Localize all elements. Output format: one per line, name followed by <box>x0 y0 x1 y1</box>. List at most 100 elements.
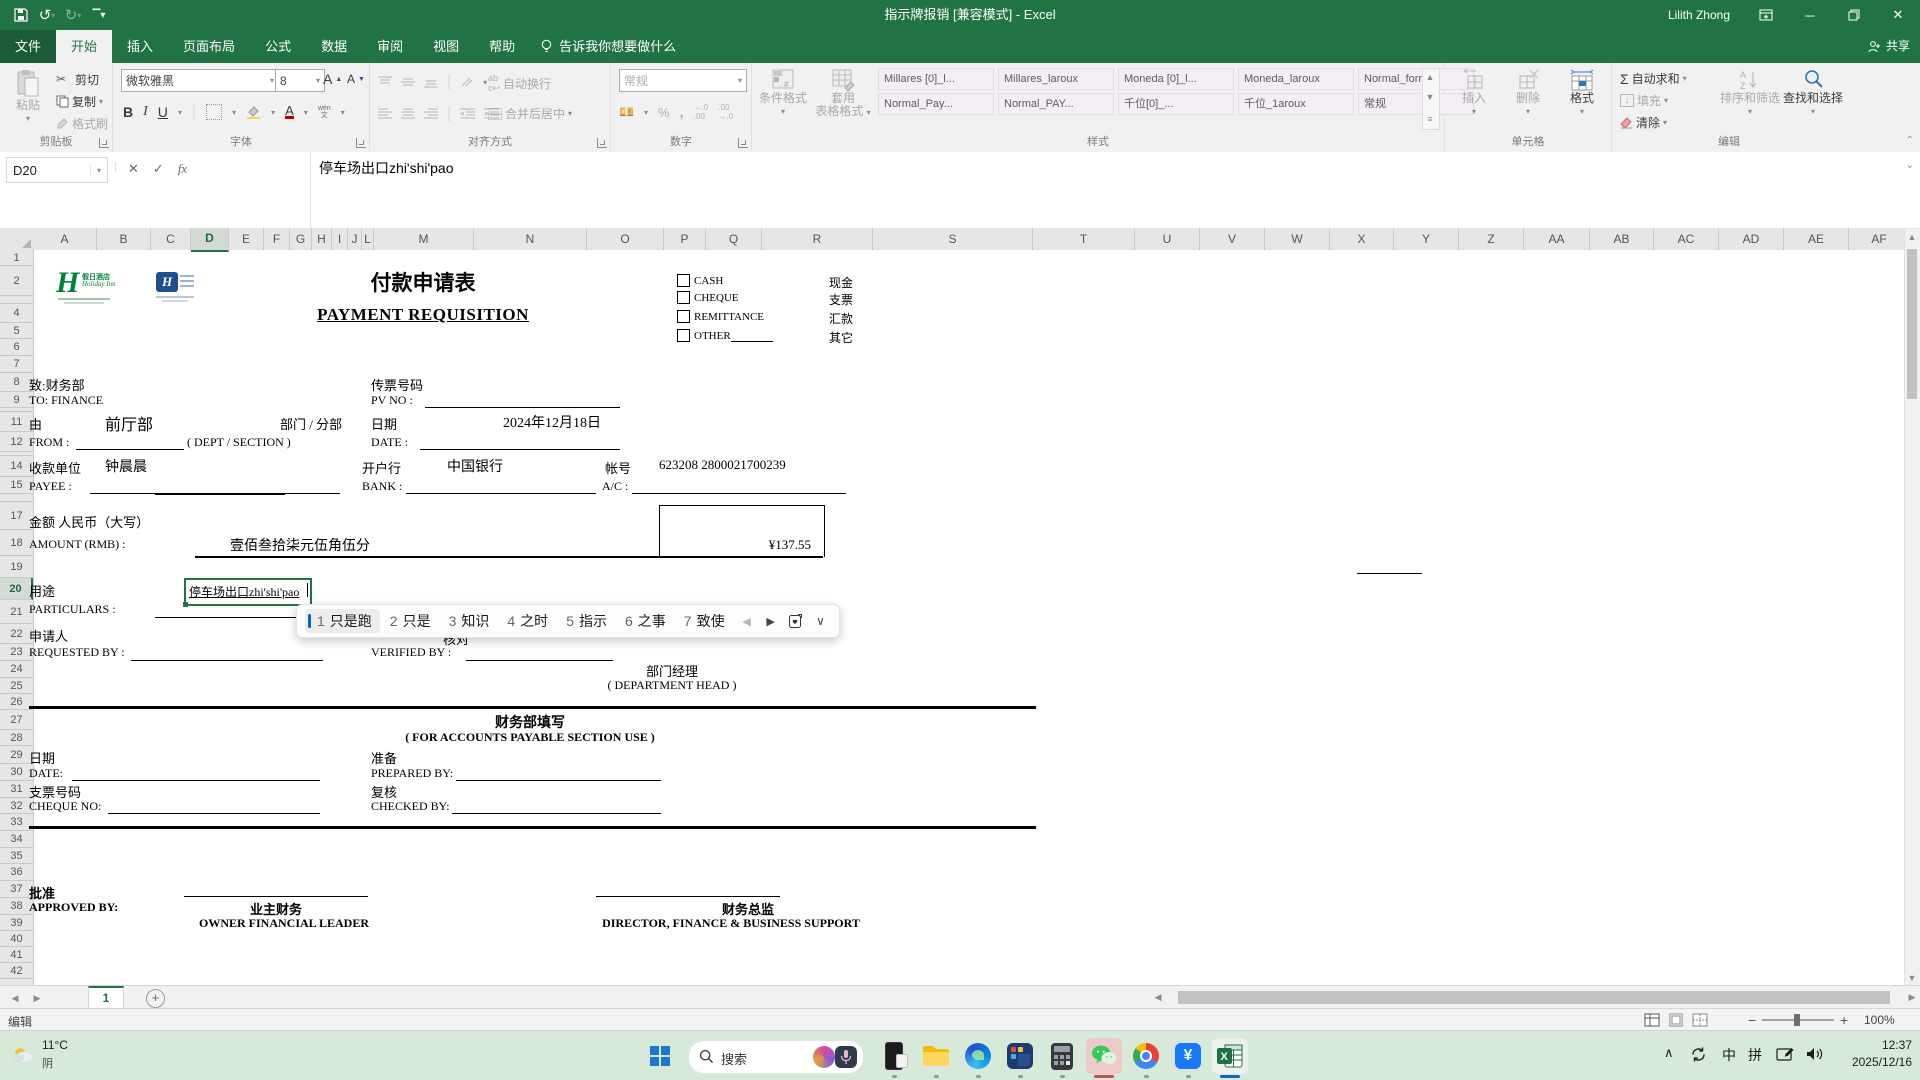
save-icon[interactable] <box>8 4 34 26</box>
tray-overflow-icon[interactable]: ∧ <box>1664 1045 1674 1061</box>
tab-公式[interactable]: 公式 <box>250 30 306 63</box>
row-header-30[interactable]: 30 <box>0 764 33 781</box>
ime-pinyin-indicator[interactable]: 拼 <box>1748 1045 1762 1065</box>
row-header-29[interactable]: 29 <box>0 746 33 764</box>
row-header-37[interactable]: 37 <box>0 881 33 898</box>
namebox-splitter[interactable]: ⁞ <box>114 162 117 174</box>
share-button[interactable]: 共享 <box>1868 30 1910 63</box>
row-header-40[interactable]: 40 <box>0 931 33 947</box>
insert-function-icon[interactable]: fx <box>178 161 187 177</box>
restore-button[interactable] <box>1832 0 1876 30</box>
column-header-A[interactable]: A <box>33 228 97 250</box>
column-header-N[interactable]: N <box>474 228 587 250</box>
column-header-Y[interactable]: Y <box>1394 228 1459 250</box>
column-header-AB[interactable]: AB <box>1590 228 1654 250</box>
number-format-combo[interactable]: 常规▾ <box>619 69 747 92</box>
cell-style-chip[interactable]: Moneda_laroux <box>1238 68 1354 90</box>
shrink-font-button[interactable]: A▼ <box>347 72 365 86</box>
row-header-4[interactable]: 4 <box>0 304 33 323</box>
row-header-21[interactable]: 21 <box>0 600 33 624</box>
taskbar-phone-link-icon[interactable] <box>876 1038 912 1074</box>
styles-scroll-down[interactable]: ▼ <box>1423 91 1437 103</box>
styles-scroll-up[interactable]: ▲ <box>1423 71 1437 83</box>
column-header-J[interactable]: J <box>348 228 362 250</box>
row-header-26[interactable]: 26 <box>0 694 33 710</box>
row-header-12[interactable]: 12 <box>0 432 33 452</box>
tab-帮助[interactable]: 帮助 <box>474 30 530 63</box>
cell-style-chip[interactable]: Normal_Pay... <box>878 93 994 115</box>
insert-cells-button[interactable]: 插入▾ <box>1449 65 1499 131</box>
new-sheet-button[interactable]: + <box>146 989 165 1008</box>
ribbon-display-options-button[interactable] <box>1744 0 1788 30</box>
cancel-entry-icon[interactable]: ✕ <box>128 161 139 177</box>
tell-me-box[interactable]: 告诉我你想要做什么 <box>530 30 686 63</box>
wrap-text-button[interactable]: abc↩自动换行 <box>488 73 551 94</box>
hscroll-right-arrow[interactable]: ▶ <box>1906 991 1918 1004</box>
zoom-in-button[interactable]: + <box>1840 1012 1848 1028</box>
taskbar-app-store-icon[interactable] <box>1002 1038 1038 1074</box>
format-painter-button[interactable]: 格式刷 <box>56 115 108 132</box>
formula-bar-expand-icon[interactable]: ⌄ <box>1906 160 1914 171</box>
row-header-24[interactable]: 24 <box>0 661 33 678</box>
font-size-combo[interactable]: 8▾ <box>275 69 325 92</box>
format-cells-button[interactable]: 格式▾ <box>1557 65 1607 131</box>
row-header-36[interactable]: 36 <box>0 864 33 881</box>
row-header-19[interactable]: 19 <box>0 556 33 578</box>
row-header-32[interactable]: 32 <box>0 798 33 814</box>
row-header-27[interactable]: 27 <box>0 710 33 730</box>
underline-button[interactable]: U <box>158 104 168 120</box>
column-header-E[interactable]: E <box>229 228 264 250</box>
column-header-W[interactable]: W <box>1265 228 1330 250</box>
font-color-button[interactable]: A <box>285 105 294 119</box>
horizontal-scroll-thumb[interactable] <box>1178 991 1890 1004</box>
row-header-34[interactable]: 34 <box>0 831 33 848</box>
tab-file[interactable]: 文件 <box>0 30 56 63</box>
checkbox-cheque[interactable] <box>677 291 690 304</box>
styles-more-button[interactable]: ≡ <box>1423 113 1437 125</box>
column-header-X[interactable]: X <box>1330 228 1394 250</box>
normal-view-icon[interactable] <box>1644 1013 1660 1027</box>
clear-button[interactable]: 清除▾ <box>1620 114 1687 131</box>
row-header-9[interactable]: 9 <box>0 392 33 408</box>
row-header-23[interactable]: 23 <box>0 644 33 661</box>
row-header-39[interactable]: 39 <box>0 915 33 931</box>
increase-decimal-icon[interactable]: ←.0.00 <box>694 103 709 121</box>
row-header-17[interactable]: 17 <box>0 502 33 530</box>
row-header-28[interactable]: 28 <box>0 730 33 746</box>
minimize-button[interactable]: ─ <box>1788 0 1832 30</box>
page-layout-view-icon[interactable] <box>1668 1013 1684 1027</box>
grow-font-button[interactable]: A▲ <box>323 71 342 87</box>
collapse-ribbon-button[interactable]: ⌃ <box>1906 135 1914 146</box>
cell-style-chip[interactable]: 千位[0]_... <box>1118 93 1234 115</box>
cell-style-chip[interactable]: Moneda [0]_l... <box>1118 68 1234 90</box>
column-header-O[interactable]: O <box>587 228 664 250</box>
find-select-button[interactable]: 查找和选择▾ <box>1782 65 1844 131</box>
row-header-8[interactable]: 8 <box>0 373 33 392</box>
touch-keyboard-icon[interactable] <box>1776 1046 1794 1063</box>
search-mic-icon[interactable] <box>835 1046 857 1068</box>
ime-candidate-5[interactable]: 5指示 <box>558 609 615 633</box>
select-all-corner[interactable] <box>0 228 34 251</box>
column-header-M[interactable]: M <box>374 228 474 250</box>
column-header-Z[interactable]: Z <box>1459 228 1524 250</box>
undo-button[interactable]: ↺▾ <box>34 4 60 26</box>
paste-button[interactable]: 粘贴▾ <box>2 65 54 131</box>
ime-candidate-1[interactable]: 1只是跑 <box>305 609 380 633</box>
bold-button[interactable]: B <box>123 104 133 120</box>
update-pending-icon[interactable] <box>1690 1046 1707 1063</box>
clock-date[interactable]: 2025/12/16 <box>1838 1055 1912 1069</box>
ime-symbols-icon[interactable] <box>788 613 804 629</box>
ime-candidate-3[interactable]: 3知识 <box>441 609 498 633</box>
row-header-6[interactable]: 6 <box>0 339 33 356</box>
cell-style-chip[interactable]: 千位_1aroux <box>1238 93 1354 115</box>
confirm-entry-icon[interactable]: ✓ <box>153 161 164 177</box>
taskbar-calculator-icon[interactable] <box>1044 1038 1080 1074</box>
ime-candidate-4[interactable]: 4之时 <box>499 609 556 633</box>
row-header-14[interactable]: 14 <box>0 456 33 477</box>
ime-prev-page-icon[interactable]: ◀ <box>737 615 757 628</box>
tab-视图[interactable]: 视图 <box>418 30 474 63</box>
column-header-L[interactable]: L <box>362 228 374 250</box>
ime-language-indicator[interactable]: 中 <box>1722 1045 1736 1065</box>
column-header-AD[interactable]: AD <box>1719 228 1784 250</box>
sort-filter-button[interactable]: AZ 排序和筛选▾ <box>1720 65 1780 131</box>
